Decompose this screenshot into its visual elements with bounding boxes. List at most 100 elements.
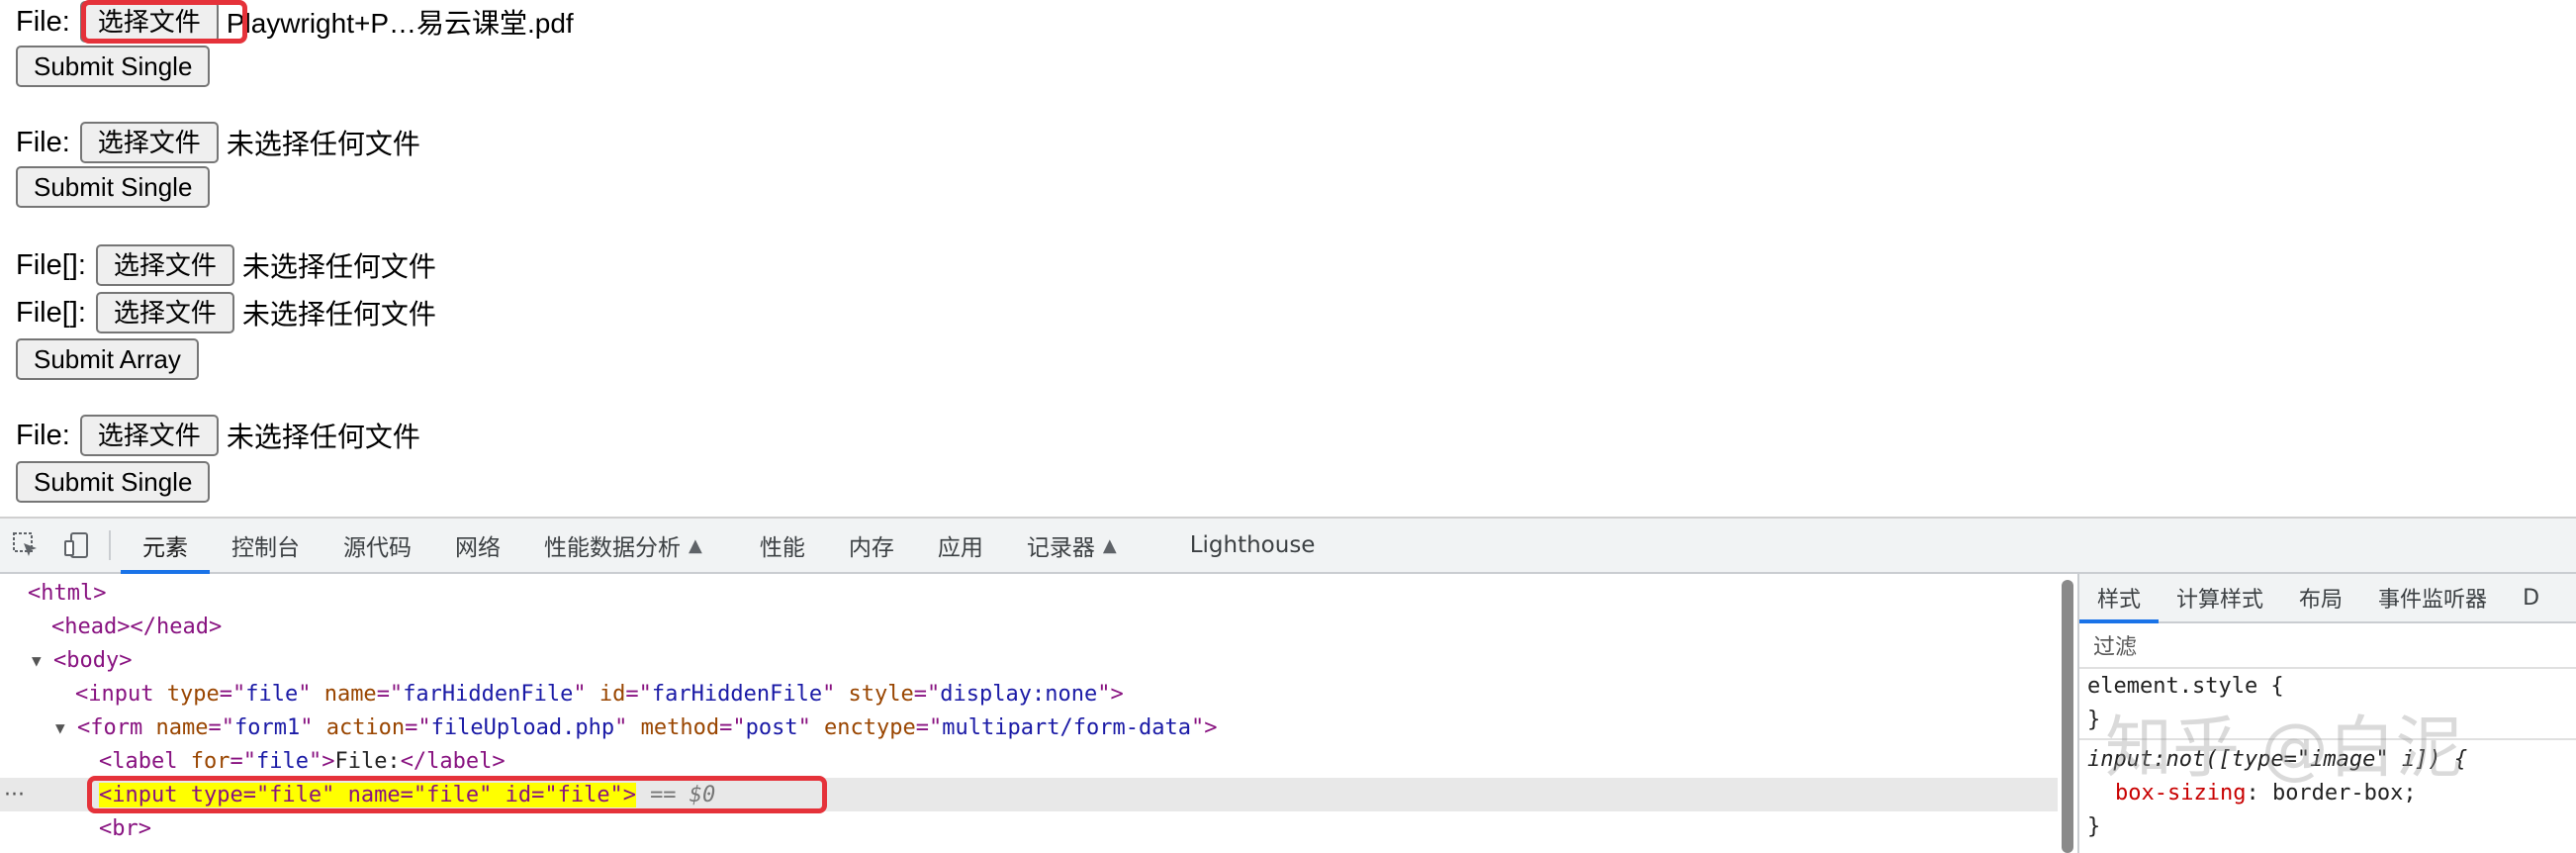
- dom-node-html[interactable]: <html>: [0, 576, 2058, 610]
- file-status-text: 未选择任何文件: [241, 299, 436, 330]
- tag-close: >: [1204, 714, 1218, 740]
- tab-lighthouse[interactable]: Lighthouse: [1168, 519, 1337, 572]
- tab-performance[interactable]: 性能: [738, 519, 827, 572]
- elements-tree[interactable]: <html> <head></head> ▼ <body> <input type…: [0, 576, 2068, 853]
- tab-styles[interactable]: 样式: [2079, 574, 2160, 623]
- file-row-2: File: 选择文件 未选择任何文件: [16, 121, 420, 164]
- css-selector: element.style {: [2087, 673, 2284, 699]
- attr-value: file: [245, 681, 299, 707]
- tab-label: 记录器: [1026, 535, 1095, 561]
- attr-name: action: [313, 714, 406, 740]
- devtools-toolbar: 元素 控制台 源代码 网络 性能数据分析 ▲ 性能 内存 应用 记录器 ▲ Ligh…: [0, 519, 2576, 574]
- styles-filter-input[interactable]: 过滤: [2079, 623, 2576, 669]
- expand-triangle-icon[interactable]: ▼: [32, 651, 53, 670]
- elements-scrollbar[interactable]: [2062, 580, 2073, 853]
- more-options-icon[interactable]: ···: [4, 783, 25, 807]
- tab-sources[interactable]: 源代码: [322, 519, 433, 572]
- dom-node-file-input-selected[interactable]: ··· <input type="file" name="file" id="f…: [0, 778, 2058, 811]
- dom-node-body[interactable]: ▼ <body>: [0, 643, 2058, 677]
- dom-node-br[interactable]: <br>: [0, 811, 2058, 845]
- submit-single-button[interactable]: Submit Single: [16, 46, 211, 87]
- attr-name: name: [311, 681, 377, 707]
- tag-text: <br>: [99, 815, 151, 841]
- file-label: File:: [16, 5, 70, 38]
- dom-node-hidden-input[interactable]: <input type =" file " name =" farHiddenFile " …: [0, 677, 2058, 711]
- selected-node-code: <input type="file" name="file" id="file"…: [99, 782, 637, 807]
- tab-label: 性能数据分析: [544, 535, 681, 561]
- tag-text: <form: [77, 714, 143, 740]
- styles-pane: 样式 计算样式 布局 事件监听器 D 过滤 element.style { } …: [2079, 574, 2576, 853]
- expand-triangle-icon[interactable]: ▼: [55, 718, 77, 737]
- choose-file-button[interactable]: 选择文件: [95, 244, 234, 286]
- choose-file-button[interactable]: 选择文件: [79, 122, 219, 163]
- attr-equals: =": [913, 681, 941, 707]
- attr-equals: =": [625, 681, 652, 707]
- attr-name: id: [586, 681, 626, 707]
- submit-single-button[interactable]: Submit Single: [16, 461, 211, 503]
- attr-value: multipart/form-data: [942, 714, 1191, 740]
- filter-placeholder: 过滤: [2093, 635, 2138, 660]
- tab-elements[interactable]: 元素: [121, 519, 210, 574]
- tab-memory[interactable]: 内存: [827, 519, 916, 572]
- tab-performance-insights[interactable]: 性能数据分析 ▲: [522, 519, 724, 572]
- tag-text: <input: [75, 681, 154, 707]
- css-property[interactable]: box-sizing: [2115, 781, 2246, 806]
- css-rule-input[interactable]: input:not([type="image" i]) { box-sizing…: [2079, 742, 2576, 843]
- file-status-text: 未选择任何文件: [241, 251, 436, 282]
- console-ref: == $0: [650, 782, 716, 807]
- tab-computed[interactable]: 计算样式: [2159, 574, 2281, 621]
- tab-console[interactable]: 控制台: [210, 519, 322, 572]
- rule-divider: [2079, 738, 2576, 740]
- css-rule-element-style[interactable]: element.style { }: [2079, 669, 2576, 736]
- flask-icon: ▲: [1102, 534, 1117, 556]
- choose-file-button[interactable]: 选择文件: [79, 1, 219, 43]
- file-status-text: 未选择任何文件: [226, 422, 420, 452]
- file-array-row-2: File[]: 选择文件 未选择任何文件: [16, 291, 436, 334]
- tab-application[interactable]: 应用: [916, 519, 1005, 572]
- attr-equals: =": [219, 681, 246, 707]
- attr-value: farHiddenFile: [651, 681, 823, 707]
- attr-value: file: [255, 748, 309, 774]
- attr-equals: =": [376, 681, 404, 707]
- submit-array-button[interactable]: Submit Array: [16, 338, 199, 380]
- attr-quote: ": [1097, 681, 1111, 707]
- selected-file-name: Playwright+P…易云课堂.pdf: [226, 8, 574, 39]
- attr-value: form1: [233, 714, 301, 740]
- attr-quote: ": [573, 681, 587, 707]
- tab-recorder[interactable]: 记录器 ▲: [1005, 519, 1139, 572]
- tag-close: >: [322, 748, 335, 774]
- file-label: File:: [16, 419, 70, 451]
- file-status-text: 未选择任何文件: [226, 129, 420, 159]
- dom-node-head[interactable]: <head></head>: [0, 610, 2058, 643]
- dom-node-label[interactable]: <label for =" file " > File: </label>: [0, 744, 2058, 778]
- file-array-row-1: File[]: 选择文件 未选择任何文件: [16, 243, 436, 287]
- attr-value: farHiddenFile: [403, 681, 574, 707]
- tab-layout[interactable]: 布局: [2281, 574, 2360, 621]
- tab-dom-breakpoints[interactable]: D: [2505, 574, 2557, 621]
- file-row-3: File: 选择文件 未选择任何文件: [16, 414, 420, 457]
- toolbar-divider: [109, 530, 111, 560]
- tag-text: <head></head>: [51, 614, 223, 639]
- attr-value: post: [745, 714, 798, 740]
- dom-node-form[interactable]: ▼ <form name =" form1 " action =" fileUpload.p…: [0, 711, 2058, 744]
- choose-file-button[interactable]: 选择文件: [79, 415, 219, 456]
- tab-network[interactable]: 网络: [433, 519, 522, 572]
- choose-file-button[interactable]: 选择文件: [95, 292, 234, 333]
- attr-name: style: [835, 681, 914, 707]
- file-row-1: File: 选择文件 Playwright+P…易云课堂.pdf: [16, 0, 574, 44]
- attr-name: name: [142, 714, 209, 740]
- tab-event-listeners[interactable]: 事件监听器: [2360, 574, 2505, 621]
- attr-quote: ": [298, 681, 312, 707]
- tag-text: <label: [99, 748, 178, 774]
- inspect-element-icon[interactable]: [0, 519, 51, 572]
- attr-quote: ": [822, 681, 836, 707]
- devtools-panel: 元素 控制台 源代码 网络 性能数据分析 ▲ 性能 内存 应用 记录器 ▲ Ligh…: [0, 517, 2576, 853]
- label-text-node: File:: [334, 748, 401, 774]
- tag-end: </label>: [400, 748, 506, 774]
- attr-name: method: [627, 714, 720, 740]
- styles-tabs: 样式 计算样式 布局 事件监听器 D: [2079, 574, 2576, 623]
- submit-single-button[interactable]: Submit Single: [16, 166, 211, 208]
- css-value[interactable]: : border-box;: [2246, 781, 2416, 806]
- device-toolbar-icon[interactable]: [51, 519, 103, 572]
- css-brace: }: [2087, 707, 2101, 732]
